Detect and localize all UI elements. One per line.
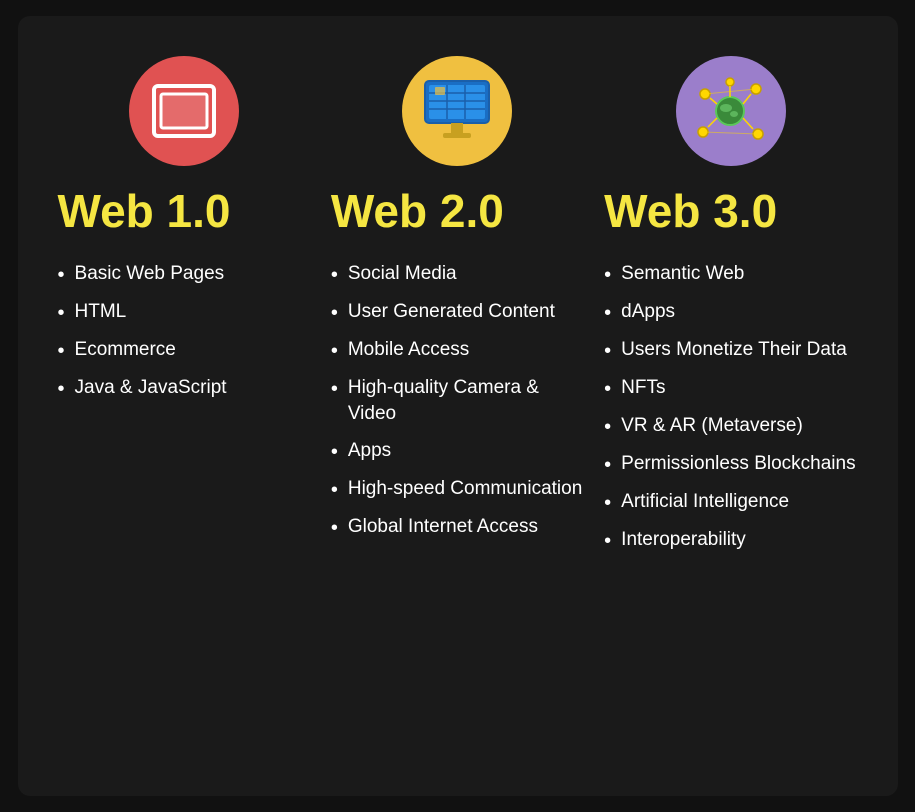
browser-icon <box>149 76 219 146</box>
web3-title: Web 3.0 <box>604 186 777 237</box>
list-item: HTML <box>58 299 227 327</box>
monitor-icon <box>417 71 497 151</box>
list-item: Interoperability <box>604 527 855 555</box>
list-item: User Generated Content <box>331 299 584 327</box>
web2-column: Web 2.0 Social Media User Generated Conte… <box>321 56 594 552</box>
list-item: Artificial Intelligence <box>604 489 855 517</box>
list-item: Basic Web Pages <box>58 261 227 289</box>
web3-list: Semantic Web dApps Users Monetize Their Da… <box>604 261 855 565</box>
web1-list: Basic Web Pages HTML Ecommerce Java & JavaS… <box>58 261 227 413</box>
list-item: VR & AR (Metaverse) <box>604 413 855 441</box>
list-item: Ecommerce <box>58 337 227 365</box>
network-icon <box>693 74 768 149</box>
web2-list: Social Media User Generated Content Mobile… <box>331 261 584 552</box>
web3-icon-circle <box>676 56 786 166</box>
web3-column: Web 3.0 Semantic Web dApps Users Monetize … <box>594 56 867 565</box>
list-item: dApps <box>604 299 855 327</box>
list-item: Semantic Web <box>604 261 855 289</box>
list-item: Users Monetize Their Data <box>604 337 855 365</box>
list-item: NFTs <box>604 375 855 403</box>
list-item: Permissionless Blockchains <box>604 451 855 479</box>
list-item: Apps <box>331 438 584 466</box>
web2-title: Web 2.0 <box>331 186 504 237</box>
web2-icon-circle <box>402 56 512 166</box>
list-item: High-quality Camera & Video <box>331 375 584 428</box>
web1-title: Web 1.0 <box>58 186 231 237</box>
web1-icon-circle <box>129 56 239 166</box>
main-card: Web 1.0 Basic Web Pages HTML Ecommerce Java… <box>18 16 898 796</box>
list-item: High-speed Communication <box>331 476 584 504</box>
web1-column: Web 1.0 Basic Web Pages HTML Ecommerce Java… <box>48 56 321 413</box>
list-item: Mobile Access <box>331 337 584 365</box>
list-item: Java & JavaScript <box>58 375 227 403</box>
list-item: Social Media <box>331 261 584 289</box>
list-item: Global Internet Access <box>331 514 584 542</box>
